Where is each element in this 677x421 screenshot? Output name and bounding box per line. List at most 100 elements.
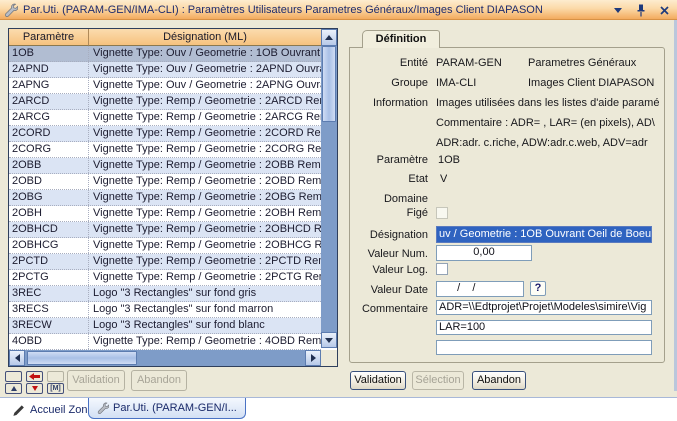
param-cell: 2ARCD bbox=[9, 94, 89, 109]
etat-label: Etat bbox=[352, 173, 428, 185]
record-first-button[interactable] bbox=[5, 371, 22, 382]
table-row[interactable]: 2OBDVignette Type: Remp / Geometrie : 2O… bbox=[9, 174, 321, 190]
left-validation-button: Validation bbox=[67, 370, 125, 391]
horizontal-scrollbar[interactable] bbox=[25, 350, 305, 366]
information-line: ADR:adr. c.riche, ADW:adr.c.web, ADV=adr bbox=[436, 137, 662, 149]
designation-cell: Vignette Type: Remp / Geometrie : 4OBD R… bbox=[89, 334, 321, 349]
record-middle-button[interactable]: [M] bbox=[47, 383, 64, 394]
designation-input[interactable]: uv / Geometrie : 1OB Ouvrant Oeil de Boe… bbox=[436, 226, 652, 243]
scroll-down-button[interactable] bbox=[321, 332, 337, 348]
table-row[interactable]: 3RECWLogo "3 Rectangles" sur fond blanc bbox=[9, 318, 321, 334]
table-row[interactable]: 2OBHCDVignette Type: Remp / Geometrie : … bbox=[9, 222, 321, 238]
param-cell: 2APND bbox=[9, 62, 89, 77]
param-cell: 2CORG bbox=[9, 142, 89, 157]
horizontal-scrollbar-thumb[interactable] bbox=[27, 351, 137, 365]
designation-cell: Vignette Type: Remp / Geometrie : 2OBD R… bbox=[89, 174, 321, 189]
designation-cell: Vignette Type: Remp / Geometrie : 2CORG … bbox=[89, 142, 321, 157]
param-cell: 2OBHCG bbox=[9, 238, 89, 253]
pencil-icon bbox=[12, 404, 25, 417]
param-cell: 2PCTD bbox=[9, 254, 89, 269]
app-window: Par.Uti. (PARAM-GEN/IMA-CLI) : Paramètre… bbox=[0, 0, 677, 421]
param-cell: 2APNG bbox=[9, 78, 89, 93]
table-row[interactable]: 2ARCGVignette Type: Remp / Geometrie : 2… bbox=[9, 110, 321, 126]
tab-label: Par.Uti. (PARAM-GEN/I... bbox=[113, 402, 237, 414]
table-row[interactable]: 2PCTGVignette Type: Remp / Geometrie : 2… bbox=[9, 270, 321, 286]
param-cell: 2PCTG bbox=[9, 270, 89, 285]
designation-label: Désignation bbox=[352, 229, 428, 241]
param-cell: 3REC bbox=[9, 286, 89, 301]
table-row[interactable]: 2CORDVignette Type: Remp / Geometrie : 2… bbox=[9, 126, 321, 142]
designation-cell: Logo "3 Rectangles" sur fond gris bbox=[89, 286, 321, 301]
record-extra-button bbox=[47, 371, 64, 382]
designation-cell: Vignette Type: Remp / Geometrie : 2OBB R… bbox=[89, 158, 321, 173]
table-row[interactable]: 2PCTDVignette Type: Remp / Geometrie : 2… bbox=[9, 254, 321, 270]
close-icon[interactable] bbox=[657, 3, 671, 17]
valeur-num-input[interactable]: 0,00 bbox=[436, 245, 532, 261]
record-down-button[interactable] bbox=[26, 383, 43, 394]
vertical-scrollbar[interactable] bbox=[321, 46, 337, 332]
entite-code: PARAM-GEN bbox=[436, 57, 502, 69]
pin-icon[interactable] bbox=[634, 3, 648, 17]
tab-definition[interactable]: Définition bbox=[362, 30, 440, 48]
commentaire-input-1[interactable]: ADR=\\Edtprojet\Projet\Modeles\simire\Vi… bbox=[436, 300, 652, 315]
entite-desc: Parametres Généraux bbox=[528, 57, 660, 69]
table-row[interactable]: 2CORGVignette Type: Remp / Geometrie : 2… bbox=[9, 142, 321, 158]
table-row[interactable]: 2OBHCGVignette Type: Remp / Geometrie : … bbox=[9, 238, 321, 254]
valeur-log-label: Valeur Log. bbox=[352, 264, 428, 276]
param-cell: 2CORD bbox=[9, 126, 89, 141]
abandon-button[interactable]: Abandon bbox=[472, 371, 526, 390]
commentaire-label: Commentaire bbox=[352, 303, 428, 315]
fige-label: Figé bbox=[352, 207, 428, 219]
tab-par-uti[interactable]: Par.Uti. (PARAM-GEN/I... bbox=[88, 398, 246, 419]
param-cell: 2OBD bbox=[9, 174, 89, 189]
table-row[interactable]: 2APNGVignette Type: Ouv / Geometrie : 2A… bbox=[9, 78, 321, 94]
table-row[interactable]: 2OBBVignette Type: Remp / Geometrie : 2O… bbox=[9, 158, 321, 174]
param-cell: 2OBG bbox=[9, 190, 89, 205]
wrench-icon bbox=[97, 402, 109, 414]
table-row[interactable]: 2OBHVignette Type: Remp / Geometrie : 2O… bbox=[9, 206, 321, 222]
designation-cell: Logo "3 Rectangles" sur fond marron bbox=[89, 302, 321, 317]
scroll-left-button[interactable] bbox=[9, 350, 25, 366]
table-row[interactable]: 1OBVignette Type: Ouv / Geometrie : 1OB … bbox=[9, 46, 321, 62]
table-row[interactable]: 4OBDVignette Type: Remp / Geometrie : 4O… bbox=[9, 334, 321, 350]
table-row[interactable]: 3RECLogo "3 Rectangles" sur fond gris bbox=[9, 286, 321, 302]
information-line: Images utilisées dans les listes d'aide … bbox=[436, 97, 662, 109]
groupe-label: Groupe bbox=[352, 77, 428, 89]
designation-cell: Vignette Type: Ouv / Geometrie : 1OB Ouv… bbox=[89, 46, 321, 61]
window-title: Par.Uti. (PARAM-GEN/IMA-CLI) : Paramètre… bbox=[23, 4, 543, 16]
valeur-date-input[interactable]: / / bbox=[436, 281, 524, 297]
date-help-button[interactable]: ? bbox=[530, 281, 546, 296]
information-line: Commentaire : ADR= , LAR= (en pixels), A… bbox=[436, 117, 662, 129]
vertical-scrollbar-thumb[interactable] bbox=[322, 46, 336, 122]
scroll-up-button[interactable] bbox=[321, 29, 337, 46]
table-row[interactable]: 3RECSLogo "3 Rectangles" sur fond marron bbox=[9, 302, 321, 318]
commentaire-input-3[interactable] bbox=[436, 340, 652, 355]
m-icon: [M] bbox=[50, 385, 61, 392]
designation-cell: Vignette Type: Remp / Geometrie : 2OBH R… bbox=[89, 206, 321, 221]
table-row[interactable]: 2ARCDVignette Type: Remp / Geometrie : 2… bbox=[9, 94, 321, 110]
parameters-grid: Paramètre Désignation (ML) 1OBVignette T… bbox=[8, 28, 338, 367]
parametre-value: 1OB bbox=[438, 154, 460, 166]
chevron-down-icon[interactable] bbox=[611, 3, 625, 17]
bottom-tabbar: Accueil Zone 1 Par.Uti. (PARAM-GEN/I... bbox=[0, 397, 677, 421]
designation-cell: Vignette Type: Ouv / Geometrie : 2APND O… bbox=[89, 62, 321, 77]
table-row[interactable]: 2OBGVignette Type: Remp / Geometrie : 2O… bbox=[9, 190, 321, 206]
table-row[interactable]: 2APNDVignette Type: Ouv / Geometrie : 2A… bbox=[9, 62, 321, 78]
param-cell: 1OB bbox=[9, 46, 89, 61]
param-cell: 3RECW bbox=[9, 318, 89, 333]
column-header-designation[interactable]: Désignation (ML) bbox=[89, 29, 321, 46]
column-header-parametre[interactable]: Paramètre bbox=[9, 29, 89, 46]
scroll-right-button[interactable] bbox=[305, 350, 321, 366]
record-up-button[interactable] bbox=[5, 383, 22, 394]
designation-cell: Vignette Type: Remp / Geometrie : 2PCTD … bbox=[89, 254, 321, 269]
valeur-log-checkbox[interactable] bbox=[436, 263, 448, 275]
record-mark-button[interactable] bbox=[26, 371, 43, 382]
designation-cell: Logo "3 Rectangles" sur fond blanc bbox=[89, 318, 321, 333]
commentaire-input-2[interactable]: LAR=100 bbox=[436, 320, 652, 335]
validation-button[interactable]: Validation bbox=[350, 371, 406, 390]
designation-cell: Vignette Type: Ouv / Geometrie : 2APNG O… bbox=[89, 78, 321, 93]
designation-cell: Vignette Type: Remp / Geometrie : 2ARCD … bbox=[89, 94, 321, 109]
information-label: Information bbox=[352, 97, 428, 109]
parametre-label: Paramètre bbox=[352, 154, 428, 166]
param-cell: 3RECS bbox=[9, 302, 89, 317]
